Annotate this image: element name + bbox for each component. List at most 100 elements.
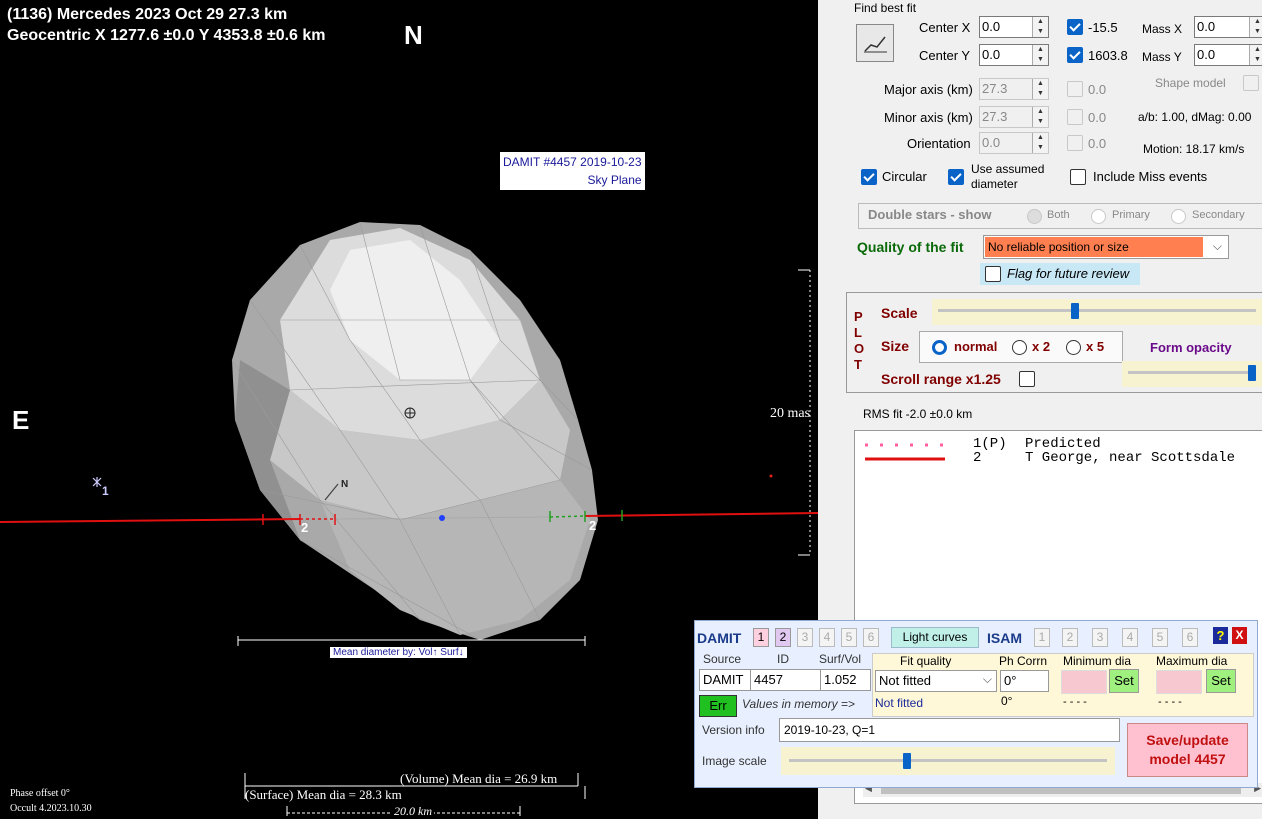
min-dia-set-button[interactable]: Set (1109, 669, 1139, 693)
isam-model-4-button[interactable]: 4 (1122, 628, 1138, 647)
isam-model-5-button[interactable]: 5 (1152, 628, 1168, 647)
ph-corrn-label: Ph Corrn (999, 654, 1048, 668)
spin-arrows-icon[interactable]: ▲ ▼ (1249, 45, 1262, 65)
opacity-slider-thumb[interactable] (1248, 365, 1257, 381)
source-label: Source (703, 652, 742, 666)
damit-model-6-button[interactable]: 6 (863, 628, 879, 647)
quality-value: No reliable position or size (985, 237, 1203, 257)
size-x2-label: x 2 (1032, 339, 1051, 354)
circular-checkbox[interactable] (861, 169, 877, 185)
find-best-fit-label: Find best fit (854, 1, 917, 15)
legend-num-2: 2 (973, 450, 982, 466)
isam-title: ISAM (987, 630, 1022, 646)
image-scale-label: Image scale (702, 754, 767, 768)
image-scale-track (789, 759, 1107, 762)
quality-select[interactable]: No reliable position or size ⌵ (983, 235, 1229, 259)
damit-model-1-button[interactable]: 1 (753, 628, 769, 647)
image-scale-slider[interactable] (781, 747, 1115, 775)
light-curves-button[interactable]: Light curves (891, 627, 979, 648)
save-line1: Save/update (1146, 732, 1229, 748)
spin-arrows-icon[interactable]: ▲ ▼ (1249, 17, 1262, 37)
opacity-slider[interactable] (1122, 361, 1262, 387)
use-assumed-checkbox[interactable] (948, 169, 964, 185)
surfvol-label: Surf/Vol (819, 652, 862, 666)
damit-model-4-button[interactable]: 4 (819, 628, 835, 647)
isam-model-1-button[interactable]: 1 (1034, 628, 1050, 647)
mass-y-spinner[interactable]: 0.0 ▲ ▼ (1194, 44, 1262, 66)
legend-name-2: T George, near Scottsdale (1025, 450, 1236, 466)
mass-x-spinner[interactable]: 0.0 ▲ ▼ (1194, 16, 1262, 38)
secondary-radio[interactable] (1171, 209, 1186, 224)
orientation-checkbox[interactable] (1067, 135, 1083, 151)
damit-model-3-button[interactable]: 3 (797, 628, 813, 647)
plot-title-line2: Geocentric X 1277.6 ±0.0 Y 4353.8 ±0.6 k… (7, 27, 326, 44)
scale-slider[interactable] (932, 299, 1262, 325)
min-dia-input[interactable] (1061, 670, 1107, 694)
minor-axis-spinner[interactable]: 27.3 ▲ ▼ (979, 106, 1049, 128)
size-normal-radio[interactable] (932, 340, 947, 355)
save-update-model-button[interactable]: Save/update model 4457 (1127, 723, 1248, 777)
spin-arrows-icon[interactable]: ▲ ▼ (1032, 107, 1048, 127)
asteroid-shape (231, 221, 598, 641)
phase-offset: Phase offset 0° (10, 788, 70, 799)
fit-quality-select[interactable]: Not fitted ⌵ (875, 670, 997, 692)
max-dia-memory: - - - - (1158, 696, 1182, 708)
fit-quality-value: Not fitted (879, 673, 932, 688)
shape-model-checkbox[interactable] (1243, 75, 1259, 91)
quality-label: Quality of the fit (857, 239, 964, 255)
secondary-label: Secondary (1192, 209, 1245, 221)
spin-arrows-icon[interactable]: ▲ ▼ (1032, 79, 1048, 99)
find-best-fit-button[interactable] (856, 24, 894, 62)
orientation-spinner[interactable]: 0.0 ▲ ▼ (979, 132, 1049, 154)
size-x2-radio[interactable] (1012, 340, 1027, 355)
help-button[interactable]: ? (1213, 627, 1228, 644)
center-y-result: 1603.8 (1088, 48, 1128, 63)
size-x5-radio[interactable] (1066, 340, 1081, 355)
surface-mean-dia: (Surface) Mean dia = 28.3 km (245, 787, 402, 802)
flag-review-checkbox[interactable] (985, 266, 1001, 282)
include-miss-checkbox[interactable] (1070, 169, 1086, 185)
max-dia-set-button[interactable]: Set (1206, 669, 1236, 693)
id-value[interactable]: 4457 (750, 669, 821, 691)
center-x-spinner[interactable]: 0.0 ▲ ▼ (979, 16, 1049, 38)
minor-axis-label: Minor axis (km) (884, 110, 973, 125)
isam-model-2-button[interactable]: 2 (1062, 628, 1078, 647)
isam-model-6-button[interactable]: 6 (1182, 628, 1198, 647)
close-button[interactable]: X (1232, 627, 1247, 644)
ph-corrn-value[interactable]: 0° (1000, 670, 1049, 692)
center-x-result: -15.5 (1088, 20, 1118, 35)
isam-model-3-button[interactable]: 3 (1092, 628, 1108, 647)
id-label: ID (777, 652, 789, 666)
major-axis-spinner[interactable]: 27.3 ▲ ▼ (979, 78, 1049, 100)
scroll-range-checkbox[interactable] (1019, 371, 1035, 387)
scale-slider-thumb[interactable] (1070, 303, 1079, 319)
primary-radio[interactable] (1091, 209, 1106, 224)
both-radio[interactable] (1027, 209, 1042, 224)
damit-model-5-button[interactable]: 5 (841, 628, 857, 647)
star-label: 1 (102, 484, 109, 498)
spin-arrows-icon[interactable]: ▲ ▼ (1032, 133, 1048, 153)
scroll-range-label: Scroll range x1.25 (881, 371, 1001, 387)
scale-label: 20 mas (770, 406, 811, 421)
image-scale-thumb[interactable] (902, 753, 911, 769)
ab-text: a/b: 1.00, dMag: 0.00 (1138, 110, 1252, 124)
major-axis-checkbox[interactable] (1067, 81, 1083, 97)
err-button[interactable]: Err (699, 695, 737, 717)
max-dia-input[interactable] (1156, 670, 1202, 694)
mass-y-label: Mass Y (1142, 50, 1182, 64)
spin-arrows-icon[interactable]: ▲ ▼ (1032, 17, 1048, 37)
center-y-checkbox[interactable] (1067, 47, 1083, 63)
motion-text: Motion: 18.17 km/s (1143, 142, 1245, 156)
center-y-spinner[interactable]: 0.0 ▲ ▼ (979, 44, 1049, 66)
spin-arrows-icon[interactable]: ▲ ▼ (1032, 45, 1048, 65)
damit-model-2-button[interactable]: 2 (775, 628, 791, 647)
chord-label-right: 2 (589, 518, 597, 533)
max-dia-label: Maximum dia (1156, 654, 1228, 668)
min-dia-label: Minimum dia (1063, 654, 1132, 668)
major-axis-result: 0.0 (1088, 82, 1107, 97)
plot-letter: P (854, 309, 863, 324)
orientation-value: 0.0 (982, 135, 1001, 150)
minor-axis-checkbox[interactable] (1067, 109, 1083, 125)
values-memory-label: Values in memory => (742, 697, 855, 711)
center-x-checkbox[interactable] (1067, 19, 1083, 35)
